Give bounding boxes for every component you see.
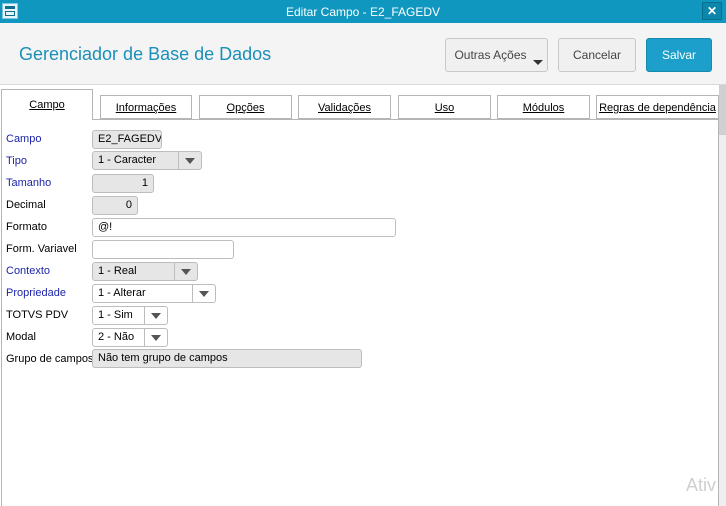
chevron-down-icon [192,285,215,302]
close-button[interactable]: ✕ [702,2,722,20]
formato-label: Formato [6,221,47,233]
contexto-label: Contexto [6,265,51,277]
tamanho-label: Tamanho [6,177,52,189]
propriedade-value: 1 - Alterar [98,287,146,299]
contexto-select[interactable]: 1 - Real [92,262,198,281]
tipo-select[interactable]: 1 - Caracter [92,151,202,170]
more-actions-button[interactable]: Outras Ações [445,38,548,72]
campo-field[interactable]: E2_FAGEDV [92,130,162,149]
cancel-button[interactable]: Cancelar [558,38,636,72]
chevron-down-icon [144,329,167,346]
chevron-down-icon [144,307,167,324]
propriedade-label: Propriedade [6,287,66,299]
propriedade-select[interactable]: 1 - Alterar [92,284,216,303]
totvs-pdv-select[interactable]: 1 - Sim [92,306,168,325]
window-title: Editar Campo - E2_FAGEDV [285,5,441,19]
totvs-pdv-label: TOTVS PDV [6,309,69,321]
tab-campo[interactable]: Campo [1,89,93,120]
campo-label: Campo [6,133,42,145]
form-variavel-field[interactable] [92,240,234,259]
grupo-de-campos-field[interactable]: Não tem grupo de campos [92,349,362,368]
title-bar: Editar Campo - E2_FAGEDV ✕ [0,0,726,23]
page-title: Gerenciador de Base de Dados [19,44,272,64]
tab-regras-de-dependencia[interactable]: Regras de dependência [596,95,719,119]
vertical-scrollbar[interactable] [719,85,726,506]
modal-select[interactable]: 2 - Não [92,328,168,347]
activation-watermark: Ativ [686,475,717,495]
grupo-de-campos-label: Grupo de campos [6,353,94,365]
contexto-value: 1 - Real [98,265,137,277]
formato-field[interactable]: @! [92,218,396,237]
tipo-label: Tipo [6,155,27,167]
scrollbar-thumb[interactable] [719,85,726,135]
decimal-field[interactable]: 0 [92,196,138,215]
more-actions-label: Outras Ações [454,48,527,62]
tipo-value: 1 - Caracter [98,154,157,166]
save-button[interactable]: Salvar [646,38,712,72]
tamanho-field[interactable]: 1 [92,174,154,193]
tab-uso[interactable]: Uso [398,95,491,119]
modal-label: Modal [6,331,36,343]
chevron-down-icon [533,60,543,65]
tab-modulos[interactable]: Módulos [497,95,590,119]
modal-value: 2 - Não [98,331,135,343]
tab-informacoes[interactable]: Informações [100,95,192,119]
tab-opcoes[interactable]: Opções [199,95,292,119]
totvs-pdv-value: 1 - Sim [98,309,133,321]
tab-validacoes[interactable]: Validações [298,95,391,119]
chevron-down-icon [174,263,197,280]
decimal-label: Decimal [6,199,46,211]
form-variavel-label: Form. Variavel [6,243,77,255]
chevron-down-icon [178,152,201,169]
header: Gerenciador de Base de Dados Outras Açõe… [0,23,726,85]
